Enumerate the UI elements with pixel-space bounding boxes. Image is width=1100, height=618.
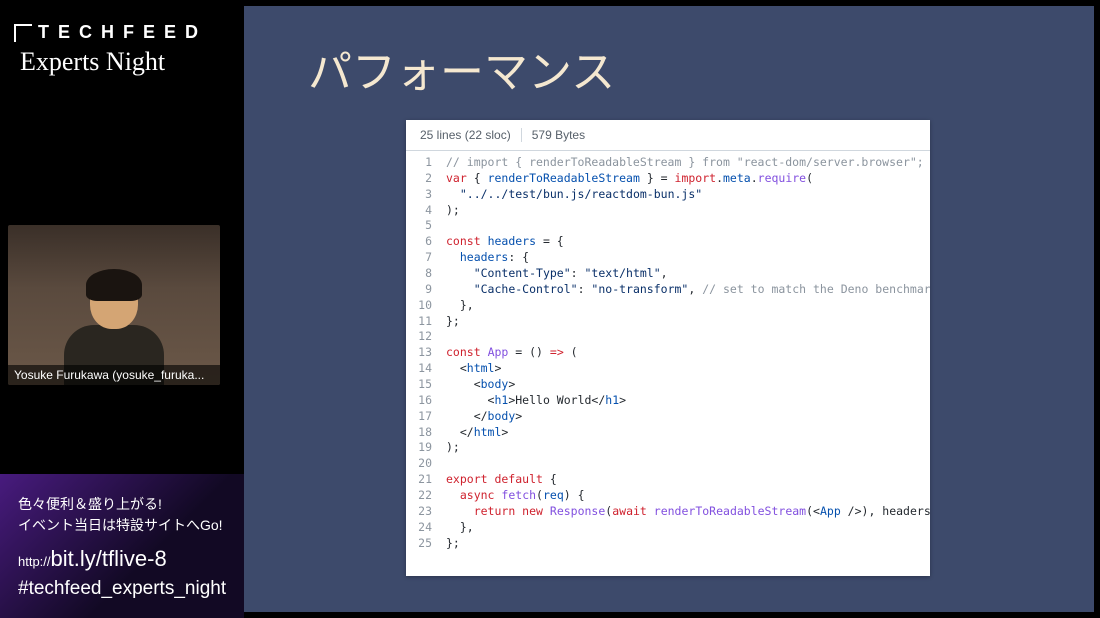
line-number: 2 <box>406 171 446 187</box>
code-line: 19); <box>406 440 930 456</box>
code-content <box>446 329 930 345</box>
line-number: 15 <box>406 377 446 393</box>
line-number: 25 <box>406 536 446 552</box>
line-number: 9 <box>406 282 446 298</box>
code-line: 21export default { <box>406 472 930 488</box>
promo-url: http://bit.ly/tflive-8 <box>18 546 230 572</box>
line-number: 19 <box>406 440 446 456</box>
line-number: 11 <box>406 314 446 330</box>
logo-area: TECHFEED Experts Night <box>0 0 244 77</box>
logo-text: TECHFEED <box>38 22 207 43</box>
code-content: // import { renderToReadableStream } fro… <box>446 155 930 171</box>
code-header: 25 lines (22 sloc)579 Bytes <box>406 120 930 151</box>
code-line: 14 <html> <box>406 361 930 377</box>
presentation-slide: パフォーマンス 25 lines (22 sloc)579 Bytes 1// … <box>244 6 1094 612</box>
code-line: 23 return new Response(await renderToRea… <box>406 504 930 520</box>
code-line: 1// import { renderToReadableStream } fr… <box>406 155 930 171</box>
code-content: var { renderToReadableStream } = import.… <box>446 171 930 187</box>
line-number: 6 <box>406 234 446 250</box>
line-number: 20 <box>406 456 446 472</box>
code-content: ); <box>446 440 930 456</box>
code-content: </html> <box>446 425 930 441</box>
code-content: export default { <box>446 472 930 488</box>
logo-main: TECHFEED <box>14 22 230 43</box>
promo-text-1: 色々便利＆盛り上がる! <box>18 494 230 515</box>
code-content: "../../test/bun.js/reactdom-bun.js" <box>446 187 930 203</box>
code-content <box>446 456 930 472</box>
code-line: 11}; <box>406 314 930 330</box>
code-line: 3 "../../test/bun.js/reactdom-bun.js" <box>406 187 930 203</box>
code-bytes-count: 579 Bytes <box>511 128 585 142</box>
code-body: 1// import { renderToReadableStream } fr… <box>406 151 930 555</box>
code-line: 6const headers = { <box>406 234 930 250</box>
line-number: 12 <box>406 329 446 345</box>
speaker-name-label: Yosuke Furukawa (yosuke_furuka... <box>8 365 220 385</box>
slide-title: パフォーマンス <box>308 36 1094 100</box>
code-content: return new Response(await renderToReadab… <box>446 504 930 520</box>
line-number: 16 <box>406 393 446 409</box>
line-number: 22 <box>406 488 446 504</box>
sidebar: TECHFEED Experts Night Yosuke Furukawa (… <box>0 0 244 618</box>
line-number: 13 <box>406 345 446 361</box>
code-line: 24 }, <box>406 520 930 536</box>
promo-url-prefix: http:// <box>18 554 51 569</box>
code-line: 22 async fetch(req) { <box>406 488 930 504</box>
line-number: 23 <box>406 504 446 520</box>
promo-panel: 色々便利＆盛り上がる! イベント当日は特設サイトへGo! http://bit.… <box>0 474 244 618</box>
code-line: 2var { renderToReadableStream } = import… <box>406 171 930 187</box>
code-content: <body> <box>446 377 930 393</box>
code-line: 20 <box>406 456 930 472</box>
code-content: }, <box>446 520 930 536</box>
code-line: 17 </body> <box>406 409 930 425</box>
promo-text-2: イベント当日は特設サイトへGo! <box>18 515 230 536</box>
code-content: }; <box>446 536 930 552</box>
code-content: <h1>Hello World</h1> <box>446 393 930 409</box>
code-lines-count: 25 lines (22 sloc) <box>420 128 511 142</box>
code-line: 5 <box>406 218 930 234</box>
line-number: 24 <box>406 520 446 536</box>
code-line: 7 headers: { <box>406 250 930 266</box>
code-content: ); <box>446 203 930 219</box>
code-content: async fetch(req) { <box>446 488 930 504</box>
code-line: 18 </html> <box>406 425 930 441</box>
line-number: 10 <box>406 298 446 314</box>
code-line: 12 <box>406 329 930 345</box>
code-line: 8 "Content-Type": "text/html", <box>406 266 930 282</box>
line-number: 5 <box>406 218 446 234</box>
code-line: 13const App = () => ( <box>406 345 930 361</box>
line-number: 17 <box>406 409 446 425</box>
code-content <box>446 218 930 234</box>
line-number: 8 <box>406 266 446 282</box>
code-content: "Cache-Control": "no-transform", // set … <box>446 282 930 298</box>
code-content: }, <box>446 298 930 314</box>
code-line: 4); <box>406 203 930 219</box>
line-number: 3 <box>406 187 446 203</box>
logo-subtitle: Experts Night <box>20 47 230 77</box>
line-number: 4 <box>406 203 446 219</box>
code-content: <html> <box>446 361 930 377</box>
code-line: 25}; <box>406 536 930 552</box>
code-content: }; <box>446 314 930 330</box>
line-number: 14 <box>406 361 446 377</box>
line-number: 21 <box>406 472 446 488</box>
line-number: 18 <box>406 425 446 441</box>
code-content: headers: { <box>446 250 930 266</box>
line-number: 1 <box>406 155 446 171</box>
code-content: const headers = { <box>446 234 930 250</box>
code-block: 25 lines (22 sloc)579 Bytes 1// import {… <box>406 120 930 576</box>
speaker-webcam: Yosuke Furukawa (yosuke_furuka... <box>8 225 220 385</box>
code-line: 9 "Cache-Control": "no-transform", // se… <box>406 282 930 298</box>
code-content: "Content-Type": "text/html", <box>446 266 930 282</box>
techfeed-icon <box>14 24 32 42</box>
code-content: </body> <box>446 409 930 425</box>
code-line: 15 <body> <box>406 377 930 393</box>
promo-url-main: bit.ly/tflive-8 <box>51 546 167 571</box>
line-number: 7 <box>406 250 446 266</box>
code-line: 16 <h1>Hello World</h1> <box>406 393 930 409</box>
code-line: 10 }, <box>406 298 930 314</box>
code-content: const App = () => ( <box>446 345 930 361</box>
promo-hashtag: #techfeed_experts_night <box>18 578 230 600</box>
